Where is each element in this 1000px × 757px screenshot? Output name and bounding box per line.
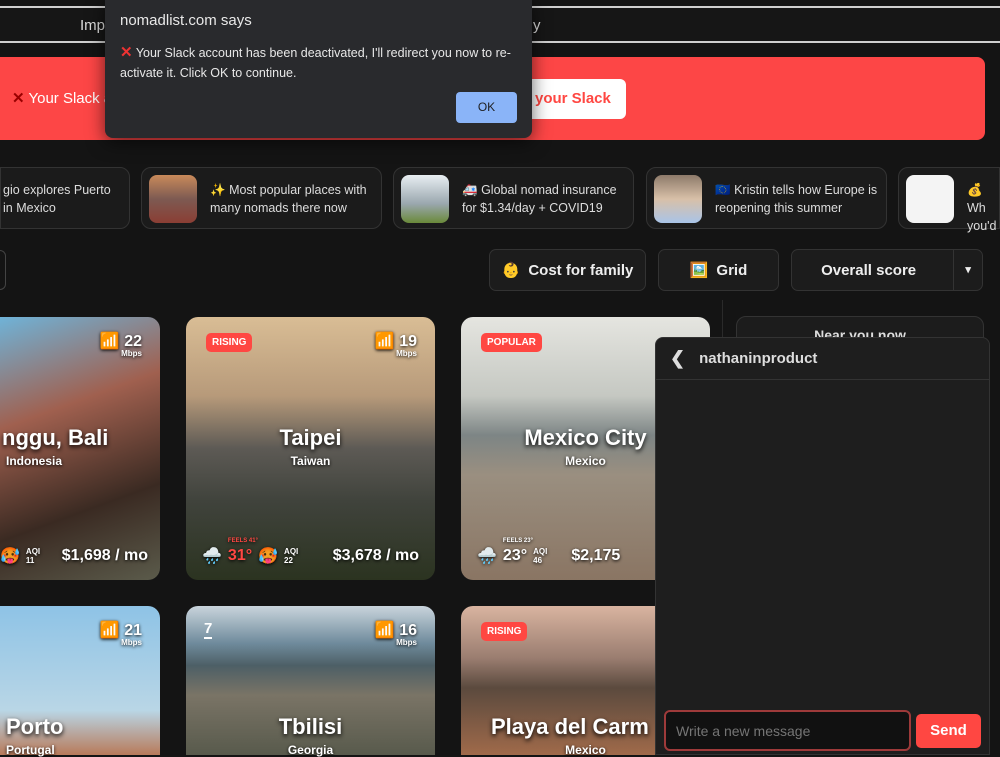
button-label: Grid xyxy=(716,261,748,279)
sort-select[interactable]: Overall score ▾ xyxy=(791,249,983,291)
red-x-icon: ✕ xyxy=(120,44,133,61)
wifi-icon: 📶 xyxy=(99,622,120,639)
city-card[interactable]: 📶 22 Mbps nggu, Bali Indonesia 🥵 AQI 11 $1,6… xyxy=(0,317,160,580)
wifi-value: 21 xyxy=(124,622,142,639)
country-name: Taiwan xyxy=(290,454,331,468)
wifi-unit: Mbps xyxy=(121,638,142,647)
wifi-unit: Mbps xyxy=(396,638,417,647)
feels-like: FEELS 23° xyxy=(502,538,533,544)
wifi-icon: 📶 xyxy=(374,333,395,350)
aqi-label: AQI xyxy=(533,547,548,556)
ambulance-icon: 🚑 xyxy=(462,183,478,197)
story-card[interactable]: ✨ Most popular places with many nomads t… xyxy=(141,167,382,229)
city-name: Tbilisi xyxy=(278,714,343,739)
sort-value: Overall score xyxy=(821,261,917,279)
chevron-down-icon[interactable]: ▾ xyxy=(953,250,982,290)
cost-for-family-button[interactable]: 👶 Cost for family xyxy=(489,249,646,291)
rising-badge: RISING xyxy=(481,622,528,641)
aqi-value: 11 xyxy=(25,556,35,565)
cost: $1,698 / mo xyxy=(61,547,148,564)
wifi-value: 22 xyxy=(124,333,142,350)
wifi-speed: 📶 16 Mbps xyxy=(375,620,417,647)
aqi-label: AQI xyxy=(25,547,41,556)
wifi-unit: Mbps xyxy=(121,349,142,358)
dialog-message: Your Slack account has been deactivated,… xyxy=(120,46,511,80)
picture-icon: 🖼️ xyxy=(689,262,709,279)
city-name: Taipei xyxy=(279,425,342,450)
feels-like: FEELS 41° xyxy=(227,538,258,544)
wifi-speed: 📶 19 Mbps xyxy=(375,331,417,358)
wifi-icon: 📶 xyxy=(374,622,395,639)
ok-button[interactable]: OK xyxy=(456,92,517,123)
temperature: 23° xyxy=(502,547,528,564)
wifi-speed: 📶 21 Mbps xyxy=(100,620,142,647)
wifi-unit: Mbps xyxy=(396,349,417,358)
story-thumbnail xyxy=(149,175,197,223)
message-input[interactable] xyxy=(664,710,911,751)
story-text: Wh you'd xyxy=(967,201,997,233)
nav-link[interactable]: y xyxy=(533,17,541,34)
story-card[interactable]: 💰 Wh you'd xyxy=(898,167,1000,233)
alert-dialog: nomadlist.com says ✕ Your Slack account … xyxy=(105,0,532,138)
story-thumbnail xyxy=(654,175,702,223)
wifi-speed: 📶 22 Mbps xyxy=(100,331,142,358)
aqi-value: 22 xyxy=(284,556,293,565)
send-button[interactable]: Send xyxy=(916,714,981,748)
chevron-left-icon[interactable]: ❮ xyxy=(670,348,685,369)
story-card[interactable]: gio explores Puerto in Mexico xyxy=(0,167,130,229)
reactivate-slack-button[interactable]: your Slack xyxy=(520,79,626,119)
nav-link[interactable]: Imp xyxy=(80,17,105,34)
hot-face-icon: 🥵 xyxy=(0,548,20,565)
money-bag-icon: 💰 xyxy=(967,183,983,197)
city-card[interactable]: 7 📶 16 Mbps Tbilisi Georgia xyxy=(186,606,435,757)
chat-panel: ❮ nathaninproduct Send xyxy=(655,337,990,755)
grid-view-button[interactable]: 🖼️ Grid xyxy=(658,249,779,291)
story-thumbnail xyxy=(401,175,449,223)
wifi-value: 19 xyxy=(399,333,417,350)
country-name: Indonesia xyxy=(6,454,63,468)
temperature: 31° xyxy=(227,547,253,564)
hot-face-icon: 🥵 xyxy=(258,548,279,565)
search-circle-button[interactable] xyxy=(0,250,6,290)
popular-badge: POPULAR xyxy=(481,333,542,352)
cost: $2,175 xyxy=(571,547,621,564)
story-card[interactable]: 🇪🇺 Kristin tells how Europe is reopening… xyxy=(646,167,887,229)
story-text: gio explores Puerto in Mexico xyxy=(3,183,111,215)
dialog-title: nomadlist.com says xyxy=(120,12,252,29)
rank-number: 7 xyxy=(204,620,213,639)
rain-cloud-icon: 🌧️ xyxy=(477,548,497,565)
wifi-value: 16 xyxy=(399,622,417,639)
story-text: Kristin tells how Europe is reopening th… xyxy=(715,183,878,215)
sparkles-icon: ✨ xyxy=(210,183,226,197)
chat-header: ❮ nathaninproduct xyxy=(656,338,989,380)
city-name: nggu, Bali xyxy=(2,425,109,450)
rising-badge: RISING xyxy=(206,333,253,352)
city-name: Porto xyxy=(6,714,64,739)
rain-cloud-icon: 🌧️ xyxy=(202,548,222,565)
banner-text: ✕ Your Slack ac xyxy=(12,90,120,107)
story-text: Global nomad insurance for $1.34/day + C… xyxy=(462,183,617,215)
story-thumbnail xyxy=(906,175,954,223)
city-card[interactable]: RISING 📶 19 Mbps Taipei Taiwan 🌧️ FEELS 41… xyxy=(186,317,435,580)
cost: $3,678 / mo xyxy=(332,547,419,564)
aqi: AQI 11 xyxy=(26,547,40,565)
wifi-icon: 📶 xyxy=(99,333,120,350)
baby-icon: 👶 xyxy=(501,262,521,279)
story-text: Most popular places with many nomads the… xyxy=(210,183,367,215)
eu-flag-icon: 🇪🇺 xyxy=(715,183,731,197)
chat-username: nathaninproduct xyxy=(699,350,818,367)
button-label: Cost for family xyxy=(528,261,634,279)
aqi-value: 46 xyxy=(533,556,543,565)
city-card[interactable]: 📶 21 Mbps Porto Portugal xyxy=(0,606,160,757)
aqi-label: AQI xyxy=(284,547,299,556)
story-card[interactable]: 🚑 Global nomad insurance for $1.34/day +… xyxy=(393,167,634,229)
